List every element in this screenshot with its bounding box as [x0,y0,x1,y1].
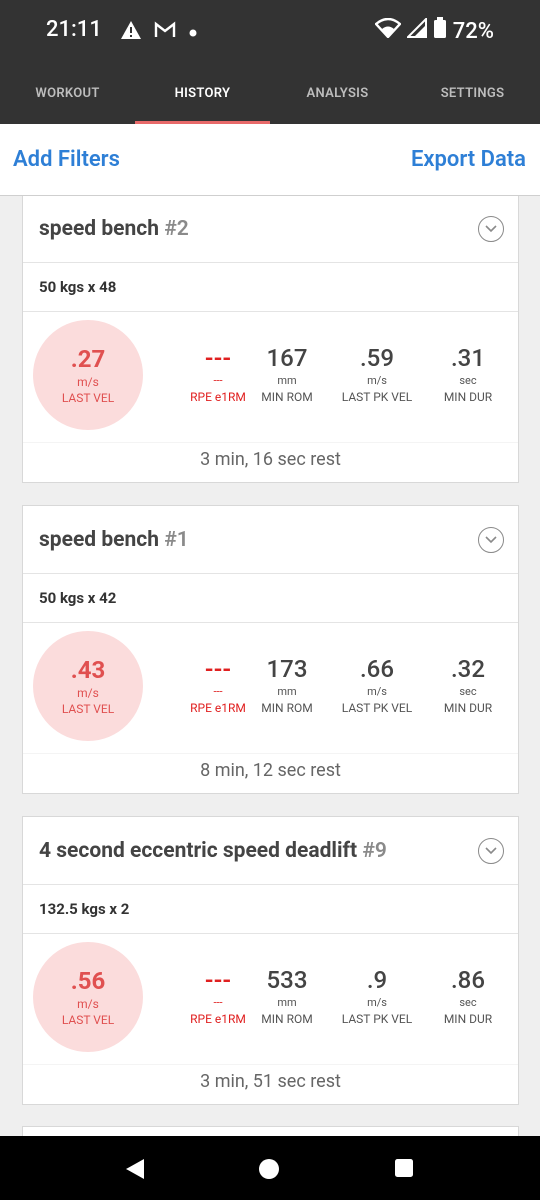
exercise-name: speed bench [39,527,159,552]
metric-min-duration: .86 sec MIN DUR [423,966,513,1026]
metric-label: MIN DUR [443,390,493,404]
metric-value: .43 [70,656,106,684]
metric-value: .66 [360,655,394,683]
wifi-icon [374,17,402,44]
warning-icon [120,20,142,44]
set-card[interactable]: speed bench #2 50 kgs x 48 .27 m/s LAST … [22,196,519,483]
metric-value: .59 [360,344,394,372]
metric-unit: mm [277,685,297,698]
metric-label: LAST PK VEL [341,701,413,715]
export-data-button[interactable]: Export Data [411,147,526,172]
weight-reps: 132.5 kgs x 2 [23,885,518,934]
metric-last-peak-velocity: .66 m/s LAST PK VEL [332,655,422,715]
system-nav-bar [0,1136,540,1200]
chevron-down-icon[interactable] [478,837,504,864]
card-header: speed bench #1 [23,506,518,574]
metric-label: LAST VEL [61,702,115,716]
metrics-row: .43 m/s LAST VEL --- --- RPE e1RM 173 mm… [23,623,518,753]
set-card[interactable] [22,1126,519,1136]
history-list[interactable]: speed bench #2 50 kgs x 48 .27 m/s LAST … [0,196,540,1136]
metric-label: MIN DUR [443,701,493,715]
chevron-down-icon[interactable] [478,526,504,553]
metric-value: .32 [451,655,485,683]
set-card[interactable]: 4 second eccentric speed deadlift #9 132… [22,816,519,1105]
metrics-row: .27 m/s LAST VEL --- --- RPE e1RM 167 mm… [23,312,518,442]
metric-label: LAST PK VEL [341,390,413,404]
weight-reps: 50 kgs x 48 [23,263,518,312]
card-header: 4 second eccentric speed deadlift #9 [23,817,518,885]
set-number: #1 [164,527,189,552]
metric-value: .31 [451,344,485,372]
exercise-title: speed bench #1 [39,528,189,552]
metric-min-rom: 167 mm MIN ROM [242,344,332,404]
set-card[interactable]: speed bench #1 50 kgs x 42 .43 m/s LAST … [22,505,519,794]
tab-history[interactable]: HISTORY [135,62,270,124]
tab-settings[interactable]: SETTINGS [405,62,540,124]
metric-unit: m/s [367,996,387,1009]
metric-label: LAST VEL [61,1013,115,1027]
back-icon[interactable] [124,1158,146,1184]
metrics-row: .56 m/s LAST VEL --- --- RPE e1RM 533 mm… [23,934,518,1064]
rest-duration: 3 min, 16 sec rest [23,442,518,482]
metric-label: MIN ROM [261,390,313,404]
last-velocity-circle: .56 m/s LAST VEL [33,942,143,1052]
metric-min-duration: .32 sec MIN DUR [423,655,513,715]
metric-value: 167 [266,344,308,372]
signal-icon [405,16,427,44]
battery-percent: 72% [452,18,494,44]
home-icon[interactable] [258,1158,280,1184]
metric-value: .86 [451,966,485,994]
status-bar: 21:11 72% [0,0,540,62]
metric-value: .27 [70,345,106,373]
metric-label: LAST VEL [61,391,115,405]
metric-label: LAST PK VEL [341,1012,413,1026]
metric-unit: mm [277,996,297,1009]
card-header: speed bench #2 [23,196,518,263]
metric-unit: sec [459,996,477,1009]
metric-unit: m/s [77,686,99,700]
metric-label: MIN ROM [261,1012,313,1026]
action-bar: Add Filters Export Data [0,124,540,196]
notification-dot-icon [188,23,198,42]
rest-duration: 8 min, 12 sec rest [23,753,518,793]
chevron-down-icon[interactable] [478,215,504,242]
last-velocity-circle: .43 m/s LAST VEL [33,631,143,741]
metric-min-rom: 173 mm MIN ROM [242,655,332,715]
exercise-title: speed bench #2 [39,217,189,241]
metric-label: MIN ROM [261,701,313,715]
tab-workout[interactable]: WORKOUT [0,62,135,124]
last-velocity-circle: .27 m/s LAST VEL [33,320,143,430]
metric-unit: sec [459,685,477,698]
weight-reps: 50 kgs x 42 [23,574,518,623]
metric-unit: m/s [367,374,387,387]
metric-min-duration: .31 sec MIN DUR [423,344,513,404]
metric-last-peak-velocity: .9 m/s LAST PK VEL [332,966,422,1026]
set-number: #9 [362,838,387,863]
clock: 21:11 [46,17,102,42]
metric-value: .56 [70,967,106,995]
tab-bar: WORKOUT HISTORY ANALYSIS SETTINGS [0,62,540,124]
exercise-title: 4 second eccentric speed deadlift #9 [39,839,387,863]
metric-unit: m/s [367,685,387,698]
set-number: #2 [164,216,189,241]
metric-unit: mm [277,374,297,387]
recents-icon[interactable] [394,1158,414,1182]
rest-duration: 3 min, 51 sec rest [23,1064,518,1104]
metric-label: MIN DUR [443,1012,493,1026]
add-filters-button[interactable]: Add Filters [13,147,120,172]
metric-unit: m/s [77,997,99,1011]
metric-value: 173 [266,655,308,683]
metric-min-rom: 533 mm MIN ROM [242,966,332,1026]
metric-value: .9 [366,966,388,994]
metric-unit: m/s [77,375,99,389]
gmail-icon [154,21,176,43]
metric-value: 533 [266,966,308,994]
metric-last-peak-velocity: .59 m/s LAST PK VEL [332,344,422,404]
battery-icon [433,17,447,45]
tab-analysis[interactable]: ANALYSIS [270,62,405,124]
exercise-name: 4 second eccentric speed deadlift [39,838,358,863]
metric-unit: sec [459,374,477,387]
exercise-name: speed bench [39,216,159,241]
